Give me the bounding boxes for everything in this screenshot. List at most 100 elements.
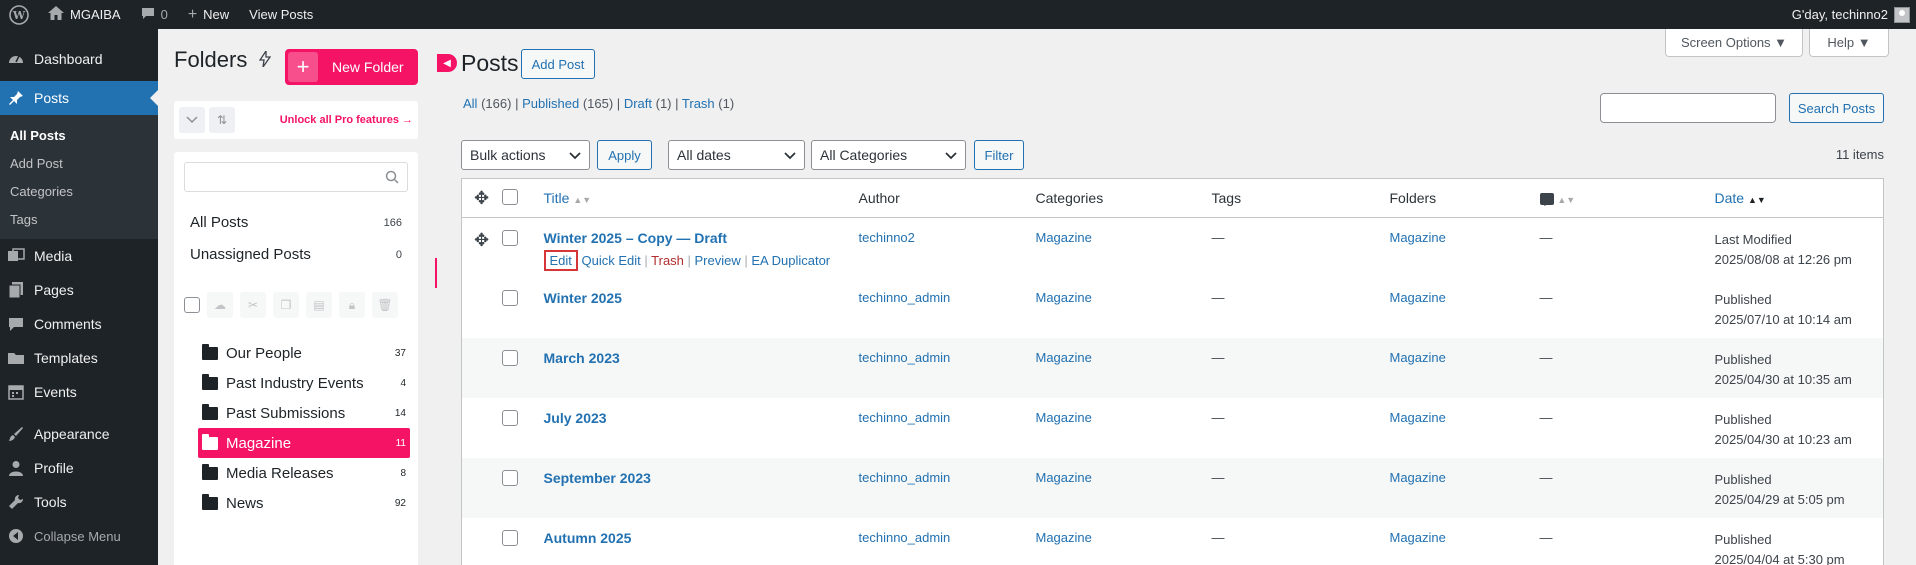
folder-search-input[interactable]	[184, 162, 408, 192]
author-link[interactable]: techinno_admin	[859, 350, 951, 365]
filter-trash[interactable]: Trash	[682, 96, 715, 111]
templates-icon	[6, 348, 26, 368]
trash-icon[interactable]: 🗑︎	[372, 292, 398, 318]
screen-options-button[interactable]: Screen Options ▼	[1665, 29, 1803, 57]
folder-link[interactable]: Magazine	[1390, 470, 1446, 485]
move-icon[interactable]: ✥	[462, 230, 489, 250]
category-link[interactable]: Magazine	[1036, 350, 1092, 365]
post-title-link[interactable]: July 2023	[544, 410, 859, 426]
column-date[interactable]: Date ▲▼	[1714, 178, 1884, 218]
dates-filter-select[interactable]: All dates	[668, 140, 805, 170]
paste-icon[interactable]: ▤	[306, 292, 332, 318]
lightning-icon[interactable]	[259, 48, 272, 70]
cloud-upload-icon[interactable]: ☁	[207, 292, 233, 318]
category-link[interactable]: Magazine	[1036, 230, 1092, 245]
menu-item-media[interactable]: Media	[0, 239, 158, 273]
row-checkbox[interactable]	[501, 409, 518, 426]
add-post-button[interactable]: Add Post	[521, 49, 595, 79]
author-link[interactable]: techinno2	[859, 230, 915, 245]
menu-item-tools[interactable]: Tools	[0, 485, 158, 519]
category-link[interactable]: Magazine	[1036, 530, 1092, 545]
row-checkbox[interactable]	[501, 469, 518, 486]
filter-all[interactable]: All	[463, 96, 477, 111]
folder-our-people[interactable]: Our People 37	[198, 338, 410, 368]
submenu-categories[interactable]: Categories	[0, 177, 158, 205]
sort-arrows-icon[interactable]: ⇅	[209, 107, 235, 133]
column-title[interactable]: Title ▲▼	[543, 178, 859, 218]
filter-button[interactable]: Filter	[974, 140, 1024, 170]
submenu-all-posts[interactable]: All Posts	[0, 121, 158, 149]
duplicator-link[interactable]: EA Duplicator	[751, 253, 830, 268]
folder-link[interactable]: Magazine	[1390, 290, 1446, 305]
my-account-link[interactable]: G'day, techinno2	[1782, 0, 1916, 29]
folder-link[interactable]: Magazine	[1390, 410, 1446, 425]
menu-item-dashboard[interactable]: Dashboard	[0, 42, 158, 76]
folder-past-industry-events[interactable]: Past Industry Events 4	[198, 368, 410, 398]
author-link[interactable]: techinno_admin	[859, 410, 951, 425]
menu-item-appearance[interactable]: Appearance	[0, 417, 158, 451]
folder-link[interactable]: Magazine	[1390, 350, 1446, 365]
folder-link[interactable]: Magazine	[1390, 230, 1446, 245]
menu-item-profile[interactable]: Profile	[0, 451, 158, 485]
unassigned-posts-folder[interactable]: Unassigned Posts 0	[190, 246, 402, 263]
collapse-menu-button[interactable]: Collapse Menu	[0, 519, 158, 553]
filter-published[interactable]: Published	[522, 96, 579, 111]
apply-button[interactable]: Apply	[597, 140, 652, 170]
folder-media-releases[interactable]: Media Releases 8	[198, 458, 410, 488]
folder-magazine[interactable]: Magazine 11	[198, 428, 410, 458]
quick-edit-link[interactable]: Quick Edit	[582, 253, 641, 268]
bulk-actions-select[interactable]: Bulk actions	[461, 140, 590, 170]
menu-item-pages[interactable]: Pages	[0, 273, 158, 307]
category-link[interactable]: Magazine	[1036, 410, 1092, 425]
filter-draft[interactable]: Draft	[624, 96, 652, 111]
row-checkbox[interactable]	[501, 349, 518, 366]
categories-filter-select[interactable]: All Categories	[811, 140, 966, 170]
submenu-add-post[interactable]: Add Post	[0, 149, 158, 177]
help-button[interactable]: Help ▼	[1809, 29, 1889, 57]
column-comments[interactable]: ▲▼	[1539, 178, 1715, 218]
author-link[interactable]: techinno_admin	[859, 470, 951, 485]
trash-link[interactable]: Trash	[651, 253, 684, 268]
comments-link[interactable]: 0	[131, 0, 178, 29]
select-all-folders-checkbox[interactable]	[184, 297, 200, 313]
folder-link[interactable]: Magazine	[1390, 530, 1446, 545]
wordpress-logo-icon[interactable]: W	[0, 0, 38, 29]
row-checkbox[interactable]	[501, 230, 518, 246]
unlock-pro-link[interactable]: Unlock all Pro features →	[280, 114, 413, 126]
author-link[interactable]: techinno_admin	[859, 530, 951, 545]
post-title-link[interactable]: March 2023	[544, 350, 859, 366]
folder-past-submissions[interactable]: Past Submissions 14	[198, 398, 410, 428]
select-all-checkbox[interactable]	[501, 188, 518, 205]
post-title-link[interactable]: Winter 2025	[544, 290, 859, 306]
new-folder-button[interactable]: + New Folder	[285, 49, 418, 85]
scissors-icon[interactable]: ✂	[240, 292, 266, 318]
menu-item-templates[interactable]: Templates	[0, 341, 158, 375]
post-title-link[interactable]: September 2023	[544, 470, 859, 486]
new-content-link[interactable]: + New	[178, 0, 239, 29]
site-name-link[interactable]: MGAIBA	[38, 0, 131, 29]
copy-icon[interactable]: ❐	[273, 292, 299, 318]
preview-link[interactable]: Preview	[695, 253, 741, 268]
chevron-down-icon	[569, 147, 581, 166]
chevron-down-icon[interactable]	[179, 107, 205, 133]
bulk-actions-value: Bulk actions	[470, 147, 546, 163]
submenu-tags[interactable]: Tags	[0, 205, 158, 233]
category-link[interactable]: Magazine	[1036, 470, 1092, 485]
post-title-link[interactable]: Winter 2025 – Copy — Draft	[544, 230, 859, 246]
author-link[interactable]: techinno_admin	[859, 290, 951, 305]
search-posts-button[interactable]: Search Posts	[1789, 93, 1884, 123]
menu-item-posts[interactable]: Posts	[0, 81, 158, 115]
folder-news[interactable]: News 92	[198, 488, 410, 518]
category-link[interactable]: Magazine	[1036, 290, 1092, 305]
view-posts-link[interactable]: View Posts	[239, 0, 323, 29]
row-checkbox[interactable]	[501, 529, 518, 546]
post-title-link[interactable]: Autumn 2025	[544, 530, 859, 546]
edit-link[interactable]: Edit	[543, 250, 578, 271]
menu-item-comments[interactable]: Comments	[0, 307, 158, 341]
all-posts-folder[interactable]: All Posts 166	[190, 214, 402, 231]
folder-icon	[202, 403, 218, 420]
search-posts-input[interactable]	[1600, 93, 1776, 123]
menu-item-events[interactable]: Events	[0, 375, 158, 409]
lock-icon[interactable]: 🔒︎	[339, 292, 365, 318]
row-checkbox[interactable]	[501, 289, 518, 306]
